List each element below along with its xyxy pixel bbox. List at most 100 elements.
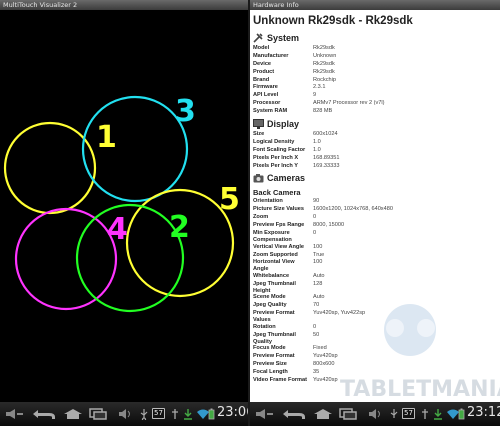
info-key: Orientation — [253, 198, 283, 205]
tools-icon — [253, 33, 263, 43]
info-value: 600x1024 — [313, 131, 338, 138]
info-key: Preview Format Values — [253, 310, 295, 324]
battery-icon — [208, 408, 215, 420]
info-row: Video Frame Format Yuv420sp — [253, 377, 500, 385]
info-value: 100 — [313, 243, 323, 250]
notification-badge[interactable]: 57 — [152, 408, 165, 419]
info-key: Manufacturer — [253, 52, 289, 59]
info-row: Preview Format Values Yuv420sp, Yuv422sp — [253, 310, 500, 324]
info-key: Brand — [253, 76, 270, 83]
usb-icon — [140, 409, 148, 420]
info-value: Rk29sdk — [313, 68, 335, 75]
info-row: Zoom Supported True — [253, 252, 500, 260]
info-row: Preview Format Yuv420sp — [253, 353, 500, 361]
info-value: 90 — [313, 198, 320, 205]
info-key: Zoom Supported — [253, 251, 298, 258]
cameras-heading: Cameras — [267, 173, 306, 184]
info-row: Size 600x1024 — [253, 131, 500, 139]
info-value: 9 — [313, 92, 317, 99]
info-value: 100 — [313, 259, 323, 266]
notification-badge[interactable]: 57 — [402, 408, 415, 419]
touch-label-4: 4 — [107, 212, 128, 247]
info-row: Vertical View Angle 100 — [253, 244, 500, 252]
info-row: Zoom 0 — [253, 214, 500, 222]
info-row: Model Rk29sdk — [253, 45, 500, 53]
info-key: Focal Length — [253, 369, 288, 376]
navigation-bar: 57 23:12 — [250, 402, 500, 426]
info-row: Horizontal View Angle 100 — [253, 259, 500, 273]
monitor-icon — [253, 119, 264, 130]
info-value: Rk29sdk — [313, 60, 335, 67]
hardware-info-list[interactable]: Unknown Rk29sdk - Rk29sdk System Model Rk… — [250, 10, 500, 402]
info-value: 35 — [313, 369, 320, 376]
info-value: Yuv420sp — [313, 376, 338, 383]
info-row: API Level 9 — [253, 92, 500, 100]
back-icon[interactable] — [282, 408, 308, 420]
touch-circle-4: 4 — [14, 207, 128, 311]
multitouch-visualizer-panel: MultiTouch Visualizer 2 1 3 5 4 2 57 23:… — [0, 0, 248, 426]
download-icon — [184, 409, 192, 420]
info-value: 800x600 — [313, 361, 335, 368]
back-icon[interactable] — [32, 408, 58, 420]
usb-debug-icon — [422, 409, 428, 419]
info-key: Pixels Per Inch Y — [253, 162, 298, 169]
info-value: 1600x1200, 1024x768, 640x480 — [313, 206, 393, 213]
display-rows: Size 600x1024 Logical Density 1.0 Font Scali… — [253, 131, 500, 170]
battery-icon — [458, 408, 465, 420]
info-key: Preview Format — [253, 353, 295, 360]
info-value: 0 — [313, 323, 317, 330]
home-icon[interactable] — [62, 408, 84, 420]
volume-up-icon[interactable] — [118, 408, 132, 420]
hardware-info-panel: Hardware Info Unknown Rk29sdk - Rk29sdk … — [250, 0, 500, 426]
volume-up-icon[interactable] — [368, 408, 382, 420]
info-value: 1.0 — [313, 146, 321, 153]
info-row: System RAM 828 MB — [253, 108, 500, 116]
info-value: Auto — [313, 273, 325, 279]
info-value: 828 MB — [313, 108, 333, 115]
info-key: Device — [253, 60, 272, 67]
info-key: Min Exposure Compensation — [253, 230, 292, 243]
info-row: Manufacturer Unknown — [253, 53, 500, 61]
info-value: 1.0 — [313, 138, 321, 145]
info-row: Min Exposure Compensation 0 — [253, 230, 500, 244]
info-row: Brand Rockchip — [253, 77, 500, 85]
info-value: Fixed — [313, 345, 327, 352]
info-value: 8000, 15000 — [313, 222, 345, 229]
app-title: MultiTouch Visualizer 2 — [3, 1, 78, 9]
recent-apps-icon[interactable] — [338, 408, 358, 420]
touch-circle-1: 1 — [3, 120, 117, 215]
info-row: Orientation 90 — [253, 198, 500, 206]
info-row: Preview Fps Range 8000, 15000 — [253, 222, 500, 230]
info-key: Jpeg Quality — [253, 302, 287, 309]
info-row: Product Rk29sdk — [253, 69, 500, 77]
recent-apps-icon[interactable] — [88, 408, 108, 420]
cameras-section-header: Cameras — [253, 171, 500, 185]
info-row: Logical Density 1.0 — [253, 139, 500, 147]
home-icon[interactable] — [312, 408, 334, 420]
info-key: Jpeg Thumbnail Quality — [253, 331, 296, 345]
info-key: Rotation — [253, 323, 276, 330]
info-row: Font Scaling Factor 1.0 — [253, 147, 500, 155]
info-key: Logical Density — [253, 138, 295, 145]
touch-canvas[interactable]: 1 3 5 4 2 — [0, 10, 248, 402]
info-value: Rk29sdk — [313, 45, 335, 51]
info-key: Size — [253, 131, 265, 138]
system-rows: Model Rk29sdk Manufacturer Unknown Device Rk2… — [253, 45, 500, 116]
back-camera-heading: Back Camera — [253, 188, 301, 198]
volume-down-icon[interactable] — [254, 408, 276, 420]
info-value: Auto — [313, 294, 325, 301]
info-value: ARMv7 Processor rev 2 (v7l) — [313, 100, 385, 107]
info-row: Jpeg Thumbnail Quality 50 — [253, 332, 500, 346]
touch-label-1: 1 — [96, 120, 117, 155]
info-value: Yuv420sp — [313, 353, 338, 360]
info-key: Scene Mode — [253, 294, 286, 301]
info-key: Picture Size Values — [253, 206, 304, 213]
info-key: Horizontal View Angle — [253, 259, 295, 273]
info-key: Product — [253, 68, 275, 75]
app-title-bar: MultiTouch Visualizer 2 — [0, 0, 248, 10]
info-value: Unknown — [313, 52, 337, 59]
volume-down-icon[interactable] — [4, 408, 26, 420]
info-value: 128 — [313, 280, 323, 287]
touch-label-5: 5 — [219, 182, 240, 217]
info-value: Yuv420sp, Yuv422sp — [313, 310, 366, 317]
